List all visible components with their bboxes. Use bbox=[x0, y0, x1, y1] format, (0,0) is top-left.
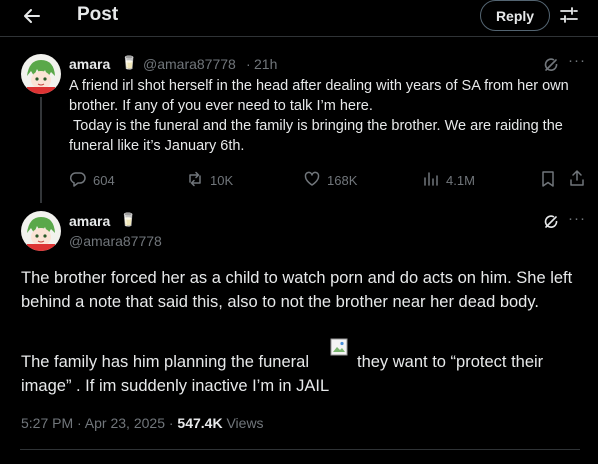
bookmark-icon[interactable] bbox=[539, 170, 557, 188]
tweet-paragraph: image” . If im suddenly inactive I’m in … bbox=[21, 377, 330, 395]
author-handle[interactable]: @amara87778 bbox=[143, 56, 236, 72]
tweet-paragraph: they want to “protect their bbox=[357, 353, 544, 371]
author-name[interactable]: amara bbox=[69, 213, 110, 229]
tweet-paragraph: The brother forced her as a child to wat… bbox=[21, 269, 573, 311]
milk-emoji: 🥛 bbox=[120, 212, 137, 227]
milk-emoji: 🥛 bbox=[121, 55, 138, 70]
views-action[interactable]: 4.1M bbox=[422, 170, 475, 191]
like-count: 168K bbox=[327, 173, 358, 188]
post-timestamp[interactable]: 5:27 PM · Apr 23, 2025 · bbox=[21, 415, 177, 431]
broken-image-icon bbox=[330, 338, 348, 356]
like-action[interactable]: 168K bbox=[303, 170, 357, 191]
more-options-icon[interactable]: ··· bbox=[568, 52, 586, 69]
views-label: Views bbox=[222, 415, 264, 431]
thread-connector bbox=[40, 97, 42, 203]
reply-action[interactable]: 604 bbox=[69, 170, 115, 191]
repost-count: 10K bbox=[210, 173, 234, 188]
heart-icon bbox=[303, 170, 321, 191]
avatar[interactable] bbox=[21, 211, 61, 251]
author-handle[interactable]: @amara87778 bbox=[69, 233, 162, 249]
filter-icon[interactable] bbox=[560, 6, 578, 24]
header-divider bbox=[0, 36, 598, 37]
reply-button[interactable]: Reply bbox=[480, 0, 550, 31]
separator-dot: · bbox=[246, 56, 251, 72]
reply-count: 604 bbox=[93, 173, 115, 188]
analytics-icon bbox=[422, 170, 440, 191]
more-options-icon[interactable]: ··· bbox=[568, 210, 586, 227]
back-arrow-icon[interactable] bbox=[20, 4, 44, 28]
grok-icon[interactable] bbox=[543, 214, 559, 230]
tweet-paragraph: The family has him planning the funeral bbox=[21, 353, 309, 371]
tweet-text: A friend irl shot herself in the head af… bbox=[69, 78, 569, 154]
avatar[interactable] bbox=[21, 54, 61, 94]
author-name[interactable]: amara bbox=[69, 56, 110, 72]
share-icon[interactable] bbox=[568, 169, 586, 187]
view-count: 4.1M bbox=[446, 173, 475, 188]
grok-icon[interactable] bbox=[543, 57, 559, 73]
repost-action[interactable]: 10K bbox=[186, 170, 233, 191]
reply-icon bbox=[69, 170, 87, 191]
post-time[interactable]: 21h bbox=[254, 56, 277, 72]
views-count: 547.4K bbox=[177, 415, 223, 431]
post-meta: 5:27 PM · Apr 23, 2025 · 547.4K Views bbox=[21, 415, 264, 431]
page-title: Post bbox=[77, 4, 119, 25]
meta-divider bbox=[20, 449, 580, 450]
repost-icon bbox=[186, 170, 204, 191]
